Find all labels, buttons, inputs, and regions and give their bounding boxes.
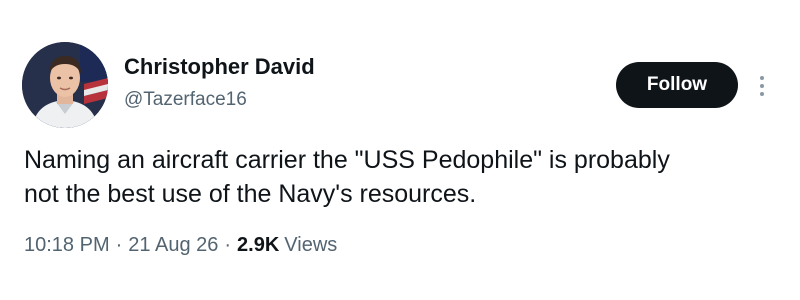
author-display-name[interactable]: Christopher David [124,54,315,80]
avatar[interactable] [22,42,108,128]
more-options-button[interactable] [752,66,772,106]
tweet-text-line: not the best use of the Navy's resources… [24,180,477,208]
separator-dot: · [115,234,123,256]
tweet-date[interactable]: 21 Aug 26 [128,234,218,257]
follow-button[interactable]: Follow [616,62,738,108]
tweet-text-line: Naming an aircraft carrier the "USS Pedo… [24,146,670,174]
separator-dot: · [224,234,232,256]
avatar-image [22,42,108,128]
more-vertical-icon [760,92,764,96]
views-label[interactable]: Views [284,234,337,257]
author-handle[interactable]: @Tazerface16 [124,89,247,111]
tweet-card: Christopher David @Tazerface16 Follow Na… [0,0,800,300]
views-count[interactable]: 2.9K [237,234,279,257]
tweet-metadata: 10:18 PM · 21 Aug 26 · 2.9K Views [24,234,337,257]
more-vertical-icon [760,84,764,88]
more-vertical-icon [760,76,764,80]
tweet-text: Naming an aircraft carrier the "USS Pedo… [24,143,764,211]
tweet-time[interactable]: 10:18 PM [24,234,110,257]
